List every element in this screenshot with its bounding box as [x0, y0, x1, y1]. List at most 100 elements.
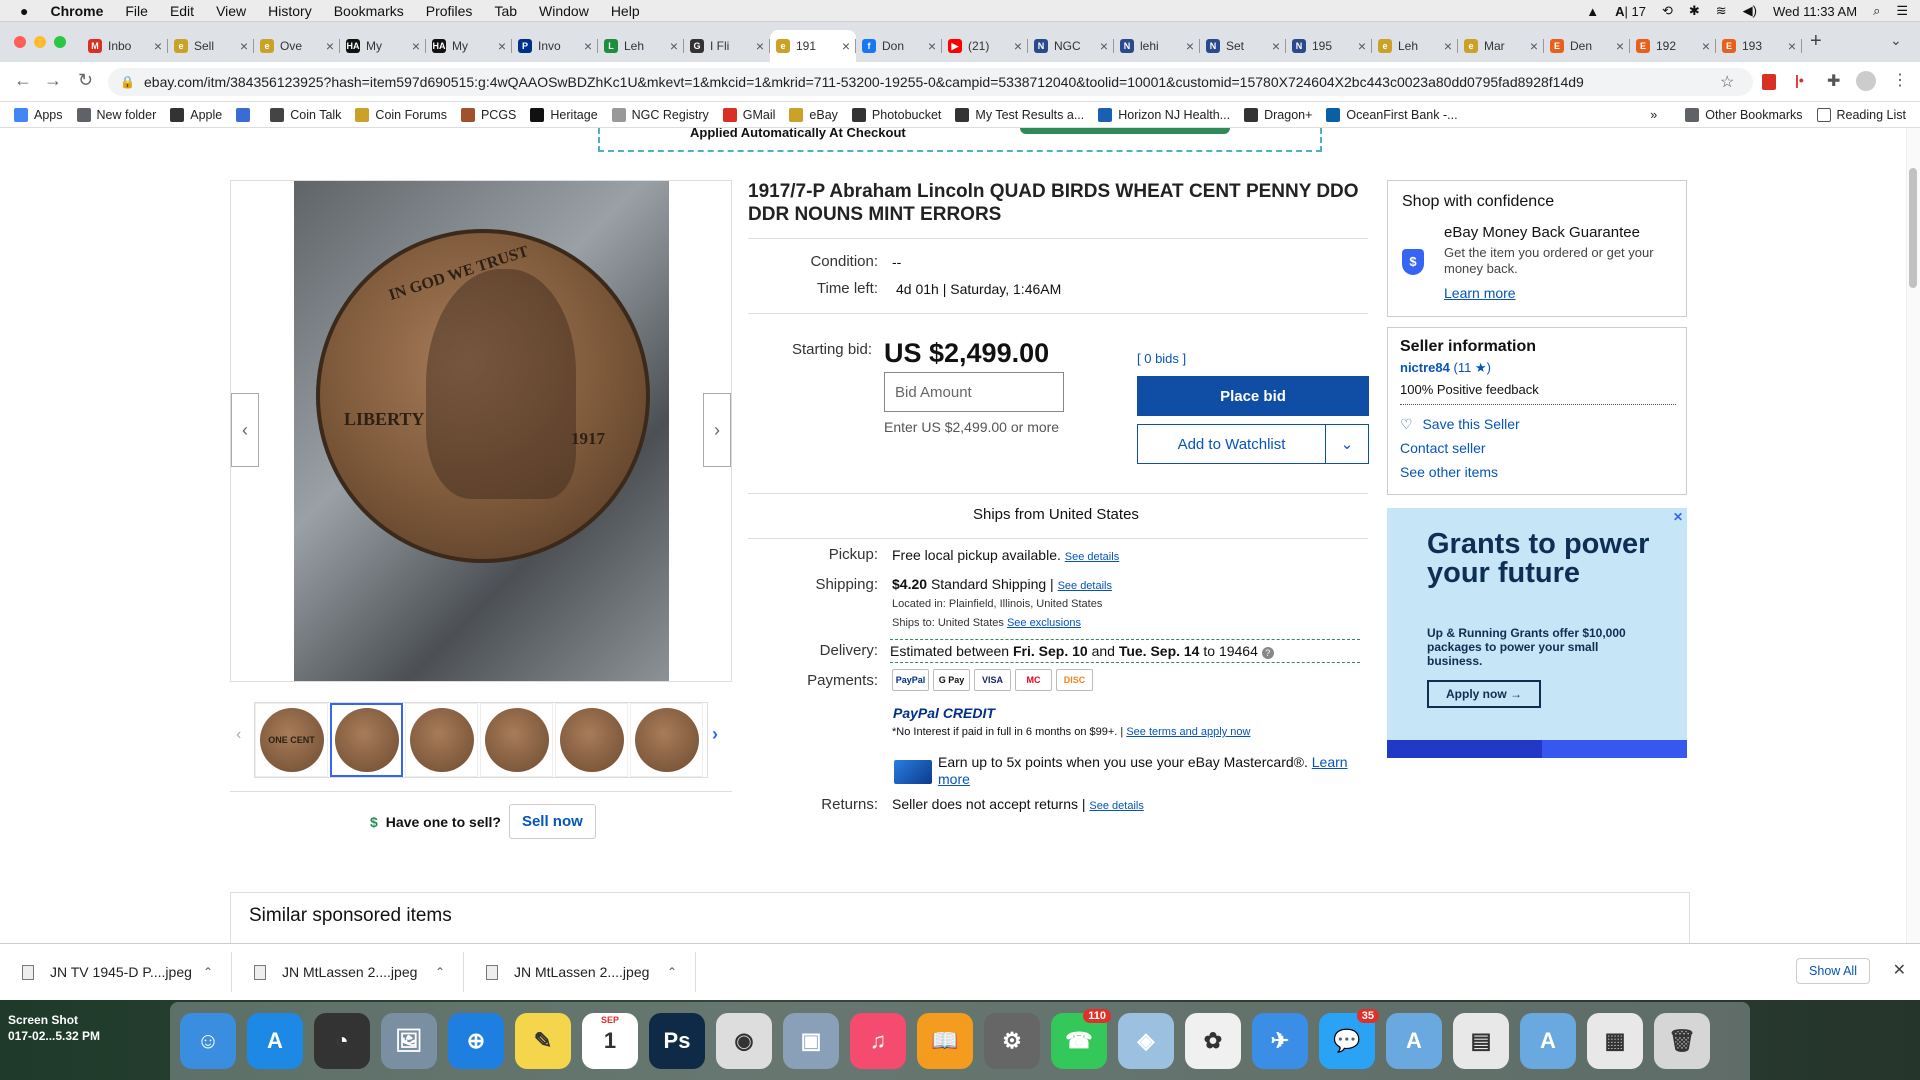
bid-amount-input[interactable]: Bid Amount — [884, 372, 1064, 412]
bookmark-item[interactable]: Coin Talk — [270, 107, 341, 122]
gallery-next-button[interactable]: › — [703, 393, 731, 467]
tab-close-icon[interactable]: × — [1014, 38, 1022, 54]
apple-menu-icon[interactable]: ● — [20, 3, 28, 19]
menu-tab[interactable]: Tab — [494, 3, 517, 19]
back-arrow-icon[interactable]: ← — [14, 70, 32, 91]
bookmark-item[interactable]: Apple — [170, 107, 222, 122]
add-to-watchlist-button[interactable]: Add to Watchlist — [1138, 425, 1326, 463]
wifi-icon[interactable]: ≋ — [1716, 3, 1727, 19]
menu-profiles[interactable]: Profiles — [426, 3, 473, 19]
watchlist-dropdown-chevron-icon[interactable]: ⌄ — [1326, 425, 1368, 463]
dock-system-prefs-icon[interactable]: ⚙ — [984, 1013, 1040, 1069]
tab[interactable]: e Mar × — [1458, 30, 1544, 62]
dock-applications-folder-icon[interactable]: A — [1386, 1013, 1442, 1069]
tab-close-icon[interactable]: × — [240, 38, 248, 54]
menu-edit[interactable]: Edit — [170, 3, 194, 19]
page-scrollbar[interactable] — [1906, 128, 1920, 943]
tab-close-icon[interactable]: × — [756, 38, 764, 54]
seller-name-link[interactable]: nictre84 — [1400, 360, 1450, 375]
time-machine-icon[interactable]: ⟲ — [1662, 3, 1673, 19]
bookmark-item[interactable]: PCGS — [460, 107, 516, 122]
tab-close-icon[interactable]: × — [498, 38, 506, 54]
see-terms-link[interactable]: See terms and apply now — [1126, 726, 1250, 738]
dock-photoshop-icon[interactable]: Ps — [649, 1013, 705, 1069]
ad-apply-button[interactable]: Apply now → — [1427, 680, 1541, 708]
scrollbar-thumb[interactable] — [1909, 168, 1917, 288]
main-coin-image[interactable]: IN GOD WE TRUST LIBERTY 1917 — [294, 181, 669, 681]
extension-lastpass-icon[interactable]: |• — [1795, 72, 1804, 88]
dock-app-store-icon[interactable]: A — [247, 1013, 303, 1069]
returns-see-details-link[interactable]: See details — [1089, 800, 1143, 812]
ad-close-icon[interactable]: ✕ — [1673, 510, 1683, 524]
download-item[interactable]: JN TV 1945-D P....jpeg ⌃ — [0, 952, 232, 992]
tab[interactable]: e Sell × — [168, 30, 254, 62]
see-exclusions-link[interactable]: See exclusions — [1007, 617, 1081, 629]
tab[interactable]: N NGC × — [1028, 30, 1114, 62]
thumbnail-selected[interactable] — [330, 703, 403, 777]
bid-count-link[interactable]: [ 0 bids ] — [1137, 351, 1186, 366]
see-other-items-link[interactable]: See other items — [1400, 464, 1498, 480]
bookmark-item[interactable]: Heritage — [530, 107, 598, 122]
tab[interactable]: M Inbo × — [82, 30, 168, 62]
tab[interactable]: N 195 × — [1286, 30, 1372, 62]
bookmark-item[interactable]: Photobucket — [851, 107, 941, 122]
volume-icon[interactable]: ◀) — [1743, 3, 1757, 19]
desktop-screenshot-file[interactable]: Screen Shot 017-02...5.32 PM — [8, 1012, 100, 1044]
tab-active[interactable]: e 191 × — [770, 30, 856, 62]
thumbnail[interactable] — [630, 703, 703, 777]
bookmark-reading-list[interactable]: Reading List — [1816, 107, 1906, 122]
window-zoom-button[interactable] — [54, 36, 66, 48]
tab[interactable]: Nlehi × — [1114, 30, 1200, 62]
pickup-see-details-link[interactable]: See details — [1065, 551, 1119, 563]
window-minimize-button[interactable] — [34, 36, 46, 48]
tab[interactable]: G I Fli × — [684, 30, 770, 62]
download-chevron-icon[interactable]: ⌃ — [203, 965, 213, 979]
bookmark-item[interactable]: NGC Registry — [611, 107, 709, 122]
dock-documents-icon[interactable]: ▤ — [1453, 1013, 1509, 1069]
tab[interactable]: e Leh × — [1372, 30, 1458, 62]
profile-avatar[interactable] — [1856, 71, 1876, 91]
tab-close-icon[interactable]: × — [670, 38, 678, 54]
menu-app-name[interactable]: Chrome — [50, 3, 103, 19]
tab[interactable]: f Don × — [856, 30, 942, 62]
dock-image-capture-icon[interactable]: ▣ — [783, 1013, 839, 1069]
bookmark-item[interactable]: Apps — [14, 107, 63, 122]
thumbnail[interactable] — [480, 703, 553, 777]
thumbs-next-icon[interactable]: › — [712, 724, 718, 745]
shipping-see-details-link[interactable]: See details — [1058, 580, 1112, 592]
extensions-puzzle-icon[interactable]: ✚ — [1827, 71, 1840, 91]
tab[interactable]: ▶ (21) × — [942, 30, 1028, 62]
tab-close-icon[interactable]: × — [1100, 38, 1108, 54]
thumbnail[interactable]: ONE CENT — [255, 703, 328, 777]
show-all-downloads-button[interactable]: Show All — [1796, 958, 1870, 984]
tab-close-icon[interactable]: × — [154, 38, 162, 54]
download-item[interactable]: JN MtLassen 2....jpeg ⌃ — [232, 952, 464, 992]
lock-icon[interactable]: 🔒 — [120, 75, 135, 89]
dock-facetime-icon[interactable]: ☎ 110 — [1051, 1009, 1111, 1069]
tab-close-icon[interactable]: × — [1702, 38, 1710, 54]
bookmark-item[interactable]: My Test Results a... — [955, 107, 1084, 122]
thumbnail[interactable] — [405, 703, 478, 777]
dock-calendar-icon[interactable]: SEP 1 — [582, 1013, 638, 1069]
tab-search-icon[interactable]: ⌄ — [1890, 32, 1902, 49]
download-chevron-icon[interactable]: ⌃ — [435, 965, 445, 979]
tab[interactable]: L Leh × — [598, 30, 684, 62]
gallery-prev-button[interactable]: ‹ — [231, 393, 259, 467]
tab-close-icon[interactable]: × — [1358, 38, 1366, 54]
notification-center-icon[interactable]: ☰ — [1896, 3, 1908, 19]
tab[interactable]: P Invo × — [512, 30, 598, 62]
dock-maps-icon[interactable]: ◈ — [1118, 1013, 1174, 1069]
tab-close-icon[interactable]: × — [1616, 38, 1624, 54]
menu-view[interactable]: View — [216, 3, 246, 19]
dock-itunes-icon[interactable]: ♫ — [850, 1013, 906, 1069]
menu-file[interactable]: File — [125, 3, 148, 19]
grants-advertisement[interactable]: ✕ Grants to power your future Up & Runni… — [1387, 508, 1687, 758]
download-chevron-icon[interactable]: ⌃ — [667, 965, 677, 979]
new-tab-button[interactable]: + — [1810, 30, 1822, 53]
bookmark-item[interactable]: GMail — [722, 107, 775, 122]
tab[interactable]: HA My × — [340, 30, 426, 62]
dock-mail-icon[interactable]: ✈ — [1252, 1013, 1308, 1069]
thumbs-prev-icon[interactable]: ‹ — [236, 726, 241, 744]
dock-finder-icon[interactable]: ☺ — [180, 1013, 236, 1069]
chrome-menu-icon[interactable]: ⋮ — [1892, 70, 1908, 90]
